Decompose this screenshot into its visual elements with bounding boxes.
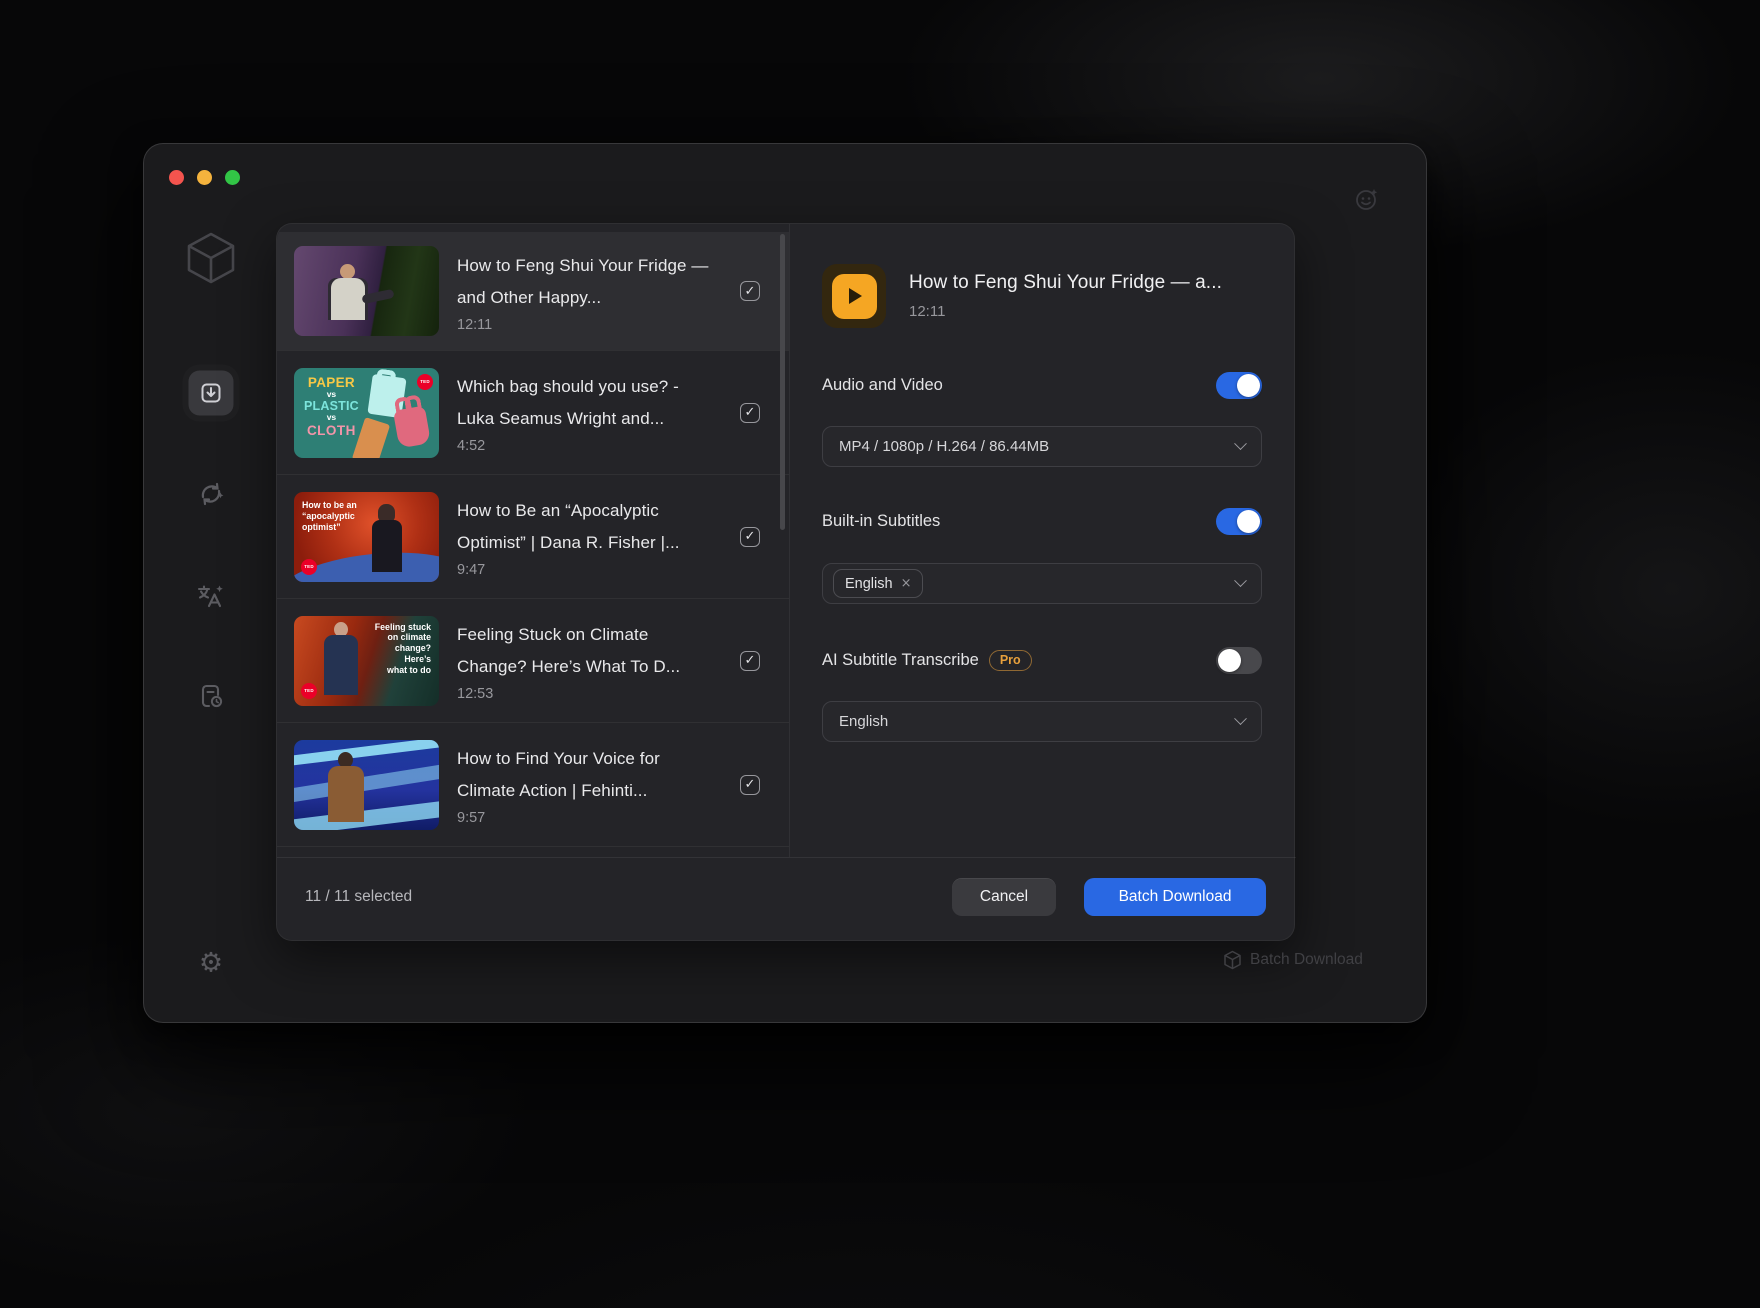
video-row-3[interactable]: How to be an “apocalyptic optimist” TED … [277, 475, 789, 598]
builtin-subtitles-label: Built-in Subtitles [822, 512, 940, 531]
sidebar-item-translate[interactable] [196, 581, 226, 611]
thumb-text: vs [327, 390, 336, 400]
chevron-down-icon [1234, 437, 1247, 450]
play-icon [849, 288, 862, 304]
video-row-4[interactable]: Feeling stuck on climate change? Here’s … [277, 599, 789, 722]
builtin-subtitles-toggle[interactable] [1216, 508, 1262, 535]
sidebar-item-downloads[interactable] [189, 371, 234, 416]
video-title: Which bag should you use? - Luka Seamus … [457, 371, 719, 435]
check-icon: ✓ [745, 405, 756, 420]
sidebar-item-history[interactable] [196, 681, 226, 711]
video-title: How to Feng Shui Your Fridge — and Other… [457, 250, 719, 314]
audio-video-toggle[interactable] [1216, 372, 1262, 399]
app-logo-cube-icon [185, 231, 237, 285]
transcribe-language-value: English [839, 713, 888, 730]
ted-logo: TED [301, 559, 317, 575]
video-checkbox[interactable]: ✓ [740, 775, 760, 795]
ted-logo: TED [417, 374, 433, 390]
chevron-down-icon [1234, 712, 1247, 725]
video-title: Feeling Stuck on Climate Change? Here’s … [457, 619, 719, 683]
thumb-text: PAPER [308, 375, 355, 390]
video-thumbnail [294, 740, 439, 830]
ai-transcribe-label: AI Subtitle Transcribe [822, 651, 979, 670]
video-checkbox[interactable]: ✓ [740, 403, 760, 423]
video-checkbox[interactable]: ✓ [740, 527, 760, 547]
thumb-text: PLASTIC [304, 399, 359, 413]
app-window: ⚙ How to Feng Shui Your Fridge — and Oth… [143, 143, 1427, 1023]
video-duration: 12:53 [457, 686, 719, 702]
video-duration: 9:57 [457, 810, 719, 826]
language-tag-label: English [845, 576, 893, 592]
transcribe-language-dropdown[interactable]: English [822, 701, 1262, 742]
gear-glyph: ⚙ [199, 950, 223, 977]
list-scrollbar[interactable] [780, 234, 785, 530]
subtitle-language-dropdown[interactable]: English × [822, 563, 1262, 604]
remove-tag-icon[interactable]: × [901, 576, 912, 591]
settings-gear-icon[interactable]: ⚙ [199, 950, 223, 977]
thumb-text: CLOTH [307, 423, 356, 438]
video-title: How to Be an “Apocalyptic Optimist” | Da… [457, 495, 719, 559]
sidebar: ⚙ [144, 144, 277, 1022]
video-title: How to Find Your Voice for Climate Actio… [457, 743, 719, 807]
pro-badge: Pro [989, 650, 1032, 671]
video-row-5[interactable]: How to Find Your Voice for Climate Actio… [277, 723, 789, 846]
format-value: MP4 / 1080p / H.264 / 86.44MB [839, 438, 1049, 455]
video-thumbnail: PAPER vs PLASTIC vs CLOTH TED [294, 368, 439, 458]
video-file-icon [822, 264, 886, 328]
format-dropdown[interactable]: MP4 / 1080p / H.264 / 86.44MB [822, 426, 1262, 467]
video-duration: 9:47 [457, 562, 719, 578]
check-icon: ✓ [745, 777, 756, 792]
check-icon: ✓ [745, 529, 756, 544]
batch-download-button[interactable]: Batch Download [1084, 878, 1266, 916]
check-icon: ✓ [745, 284, 756, 299]
cancel-button[interactable]: Cancel [952, 878, 1056, 916]
thumb-text: Feeling stuck on climate change? Here’s … [375, 622, 431, 677]
language-tag[interactable]: English × [833, 569, 923, 598]
video-row-1[interactable]: How to Feng Shui Your Fridge — and Other… [277, 232, 789, 350]
check-icon: ✓ [745, 653, 756, 668]
video-list: How to Feng Shui Your Fridge — and Other… [277, 224, 789, 857]
video-thumbnail: Feeling stuck on climate change? Here’s … [294, 616, 439, 706]
sidebar-item-convert[interactable] [196, 479, 226, 509]
video-row-2[interactable]: PAPER vs PLASTIC vs CLOTH TED Which bag … [277, 351, 789, 474]
audio-video-label: Audio and Video [822, 376, 943, 395]
video-duration: 4:52 [457, 438, 719, 454]
watermark-label: Batch Download [1250, 951, 1363, 969]
thumb-text: vs [327, 413, 336, 423]
video-checkbox[interactable]: ✓ [740, 651, 760, 671]
feedback-smiley-icon[interactable] [1353, 186, 1380, 213]
video-thumbnail: How to be an “apocalyptic optimist” TED [294, 492, 439, 582]
thumb-text: How to be an “apocalyptic optimist” [302, 500, 357, 534]
batch-download-status: Batch Download [1223, 950, 1363, 970]
video-thumbnail [294, 246, 439, 336]
selection-summary: 11 / 11 selected [305, 888, 412, 906]
chevron-down-icon [1234, 574, 1247, 587]
video-duration: 12:11 [457, 317, 719, 333]
video-checkbox[interactable]: ✓ [740, 281, 760, 301]
ai-transcribe-toggle[interactable] [1216, 647, 1262, 674]
download-options-panel: How to Feng Shui Your Fridge — a... 12:1… [790, 224, 1296, 857]
batch-download-sheet: How to Feng Shui Your Fridge — and Other… [276, 223, 1295, 941]
sheet-footer: 11 / 11 selected Cancel Batch Download [277, 857, 1296, 942]
cube-icon [1223, 950, 1242, 970]
ted-logo: TED [301, 683, 317, 699]
selected-video-title: How to Feng Shui Your Fridge — a... [909, 272, 1222, 294]
selected-video-duration: 12:11 [909, 303, 1222, 320]
